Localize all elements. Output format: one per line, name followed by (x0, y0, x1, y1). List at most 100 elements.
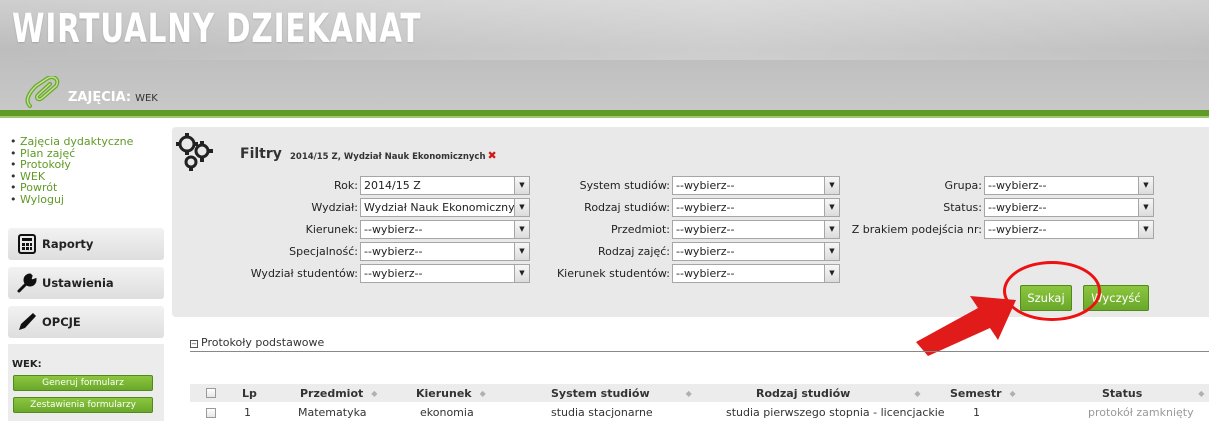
raporty-label: Raporty (42, 237, 94, 251)
column-system-label: System studiów (551, 386, 650, 400)
filter-rok-value: 2014/15 Z (364, 179, 421, 192)
sidebar-item-wyloguj: Wyloguj (10, 193, 133, 206)
dropdown-arrow-icon: ▼ (824, 243, 839, 260)
sort-icon: ◆ (371, 388, 378, 398)
table-row[interactable]: 1 Matematyka ekonomia studia stacjonarne… (190, 404, 1209, 421)
dropdown-arrow-icon: ▼ (1138, 177, 1153, 194)
filter-wydzial-studentow: Wydział studentów: --wybierz-- ▼ (172, 264, 530, 283)
collapse-icon[interactable]: − (190, 340, 198, 348)
checkbox-box (206, 388, 216, 398)
filter-rodzaj-zajec-select[interactable]: --wybierz-- ▼ (672, 242, 840, 261)
dropdown-arrow-icon: ▼ (824, 265, 839, 282)
filter-kierunek-value: --wybierz-- (364, 223, 423, 236)
wek-panel: WEK: Generuj formularz Zestawienia formu… (8, 344, 164, 421)
row-checkbox[interactable] (206, 404, 216, 421)
column-semestr-label: Semestr (950, 386, 1002, 400)
column-rodzaj[interactable]: Rodzaj studiów ◆ (756, 384, 920, 402)
filter-kierunek-studentow-value: --wybierz-- (676, 267, 735, 280)
filters-summary-text: 2014/15 Z, Wydział Nauk Ekonomicznych (290, 152, 486, 162)
filters-summary: 2014/15 Z, Wydział Nauk Ekonomicznych ✖ (290, 149, 497, 162)
filter-rodzaj-zajec-value: --wybierz-- (676, 245, 735, 258)
filter-kierunek-select[interactable]: --wybierz-- ▼ (360, 220, 530, 239)
dropdown-arrow-icon: ▼ (514, 265, 529, 282)
filter-status-label: Status: (943, 201, 982, 214)
column-semestr[interactable]: Semestr ◆ (950, 384, 1016, 402)
filter-brak-podejscia: Z brakiem podejścia nr: --wybierz-- ▼ (840, 220, 1154, 239)
column-kierunek[interactable]: Kierunek ◆ (416, 384, 486, 402)
filter-system-studiow-select[interactable]: --wybierz-- ▼ (672, 176, 840, 195)
column-kierunek-label: Kierunek (416, 386, 472, 400)
opcje-button[interactable]: OPCJE (8, 306, 164, 338)
sort-icon: ◆ (1009, 388, 1016, 398)
filter-przedmiot-select[interactable]: --wybierz-- ▼ (672, 220, 840, 239)
filter-rodzaj-zajec-label: Rodzaj zajęć: (597, 245, 670, 258)
pencil-icon (16, 311, 38, 333)
sort-icon: ◆ (914, 388, 921, 398)
dropdown-arrow-icon: ▼ (514, 199, 529, 216)
filters-title: Filtry (240, 146, 282, 162)
sidebar-link-wyloguj[interactable]: Wyloguj (20, 193, 64, 206)
clear-filters-icon[interactable]: ✖ (488, 149, 497, 162)
filter-brak-podejscia-value: --wybierz-- (988, 223, 1047, 236)
filter-kierunek-studentow-select[interactable]: --wybierz-- ▼ (672, 264, 840, 283)
filter-status-select[interactable]: --wybierz-- ▼ (984, 198, 1154, 217)
dropdown-arrow-icon: ▼ (824, 221, 839, 238)
wek-panel-title: WEK: (12, 359, 42, 370)
column-status[interactable]: Status ◆ (1102, 384, 1204, 402)
calculator-icon (16, 233, 38, 255)
raporty-button[interactable]: Raporty (8, 228, 164, 260)
filter-grupa-value: --wybierz-- (988, 179, 1047, 192)
clear-button[interactable]: Wyczyść (1083, 285, 1149, 311)
select-all-checkbox[interactable] (206, 384, 216, 402)
filter-specjalnosc: Specjalność: --wybierz-- ▼ (172, 242, 530, 261)
filter-specjalnosc-label: Specjalność: (289, 245, 358, 258)
sort-icon: ◆ (685, 388, 692, 398)
filter-grupa-select[interactable]: --wybierz-- ▼ (984, 176, 1154, 195)
filter-wydzial-value: Wydział Nauk Ekonomicznych (364, 201, 528, 214)
filter-kierunek-studentow-label: Kierunek studentów: (556, 267, 670, 280)
cell-kierunek: ekonomia (420, 406, 474, 419)
app-title: WIRTUALNY DZIEKANAT (12, 6, 422, 52)
cell-lp: 1 (244, 406, 251, 419)
filter-wydzial-select[interactable]: Wydział Nauk Ekonomicznych ▼ (360, 198, 530, 217)
form-summary-button[interactable]: Zestawienia formularzy (13, 397, 153, 413)
filter-przedmiot: Przedmiot: --wybierz-- ▼ (540, 220, 840, 239)
filter-brak-podejscia-select[interactable]: --wybierz-- ▼ (984, 220, 1154, 239)
filter-rodzaj-studiow-select[interactable]: --wybierz-- ▼ (672, 198, 840, 217)
filter-kierunek-label: Kierunek: (305, 223, 358, 236)
protocols-section-header[interactable]: − Protokoły podstawowe (190, 336, 1209, 352)
filter-rodzaj-zajec: Rodzaj zajęć: --wybierz-- ▼ (540, 242, 840, 261)
protocols-section-title: Protokoły podstawowe (201, 336, 325, 349)
section-bar-accent (0, 116, 1209, 118)
filter-system-studiow: System studiów: --wybierz-- ▼ (540, 176, 840, 195)
filter-wydzial-studentow-label: Wydział studentów: (250, 267, 358, 280)
sort-icon: ◆ (479, 388, 486, 398)
paperclip-icon (25, 76, 60, 108)
column-przedmiot-label: Przedmiot (300, 386, 364, 400)
dropdown-arrow-icon: ▼ (1138, 199, 1153, 216)
wrench-icon (16, 272, 38, 294)
dropdown-arrow-icon: ▼ (514, 177, 529, 194)
filter-przedmiot-value: --wybierz-- (676, 223, 735, 236)
filter-rok-select[interactable]: 2014/15 Z ▼ (360, 176, 530, 195)
filter-wydzial-studentow-select[interactable]: --wybierz-- ▼ (360, 264, 530, 283)
dropdown-arrow-icon: ▼ (824, 177, 839, 194)
dropdown-arrow-icon: ▼ (1138, 221, 1153, 238)
ustawienia-button[interactable]: Ustawienia (8, 267, 164, 299)
column-status-label: Status (1102, 386, 1143, 400)
generate-form-button[interactable]: Generuj formularz (13, 375, 153, 391)
column-system[interactable]: System studiów ◆ (551, 384, 692, 402)
filter-rodzaj-studiow-value: --wybierz-- (676, 201, 735, 214)
column-przedmiot[interactable]: Przedmiot ◆ (300, 384, 377, 402)
search-button[interactable]: Szukaj (1020, 285, 1072, 311)
filter-rodzaj-studiow-label: Rodzaj studiów: (584, 201, 670, 214)
gears-icon (176, 133, 213, 171)
table-header: Lp Przedmiot ◆ Kierunek ◆ System studiów ◆ … (190, 384, 1209, 402)
filter-specjalnosc-select[interactable]: --wybierz-- ▼ (360, 242, 530, 261)
cell-status: protokół zamknięty (1088, 406, 1194, 419)
sort-icon: ◆ (1198, 388, 1205, 398)
filter-wydzial-studentow-value: --wybierz-- (364, 267, 423, 280)
dropdown-arrow-icon: ▼ (824, 199, 839, 216)
cell-rodzaj: studia pierwszego stopnia - licencjackie (726, 406, 945, 419)
filter-system-studiow-value: --wybierz-- (676, 179, 735, 192)
